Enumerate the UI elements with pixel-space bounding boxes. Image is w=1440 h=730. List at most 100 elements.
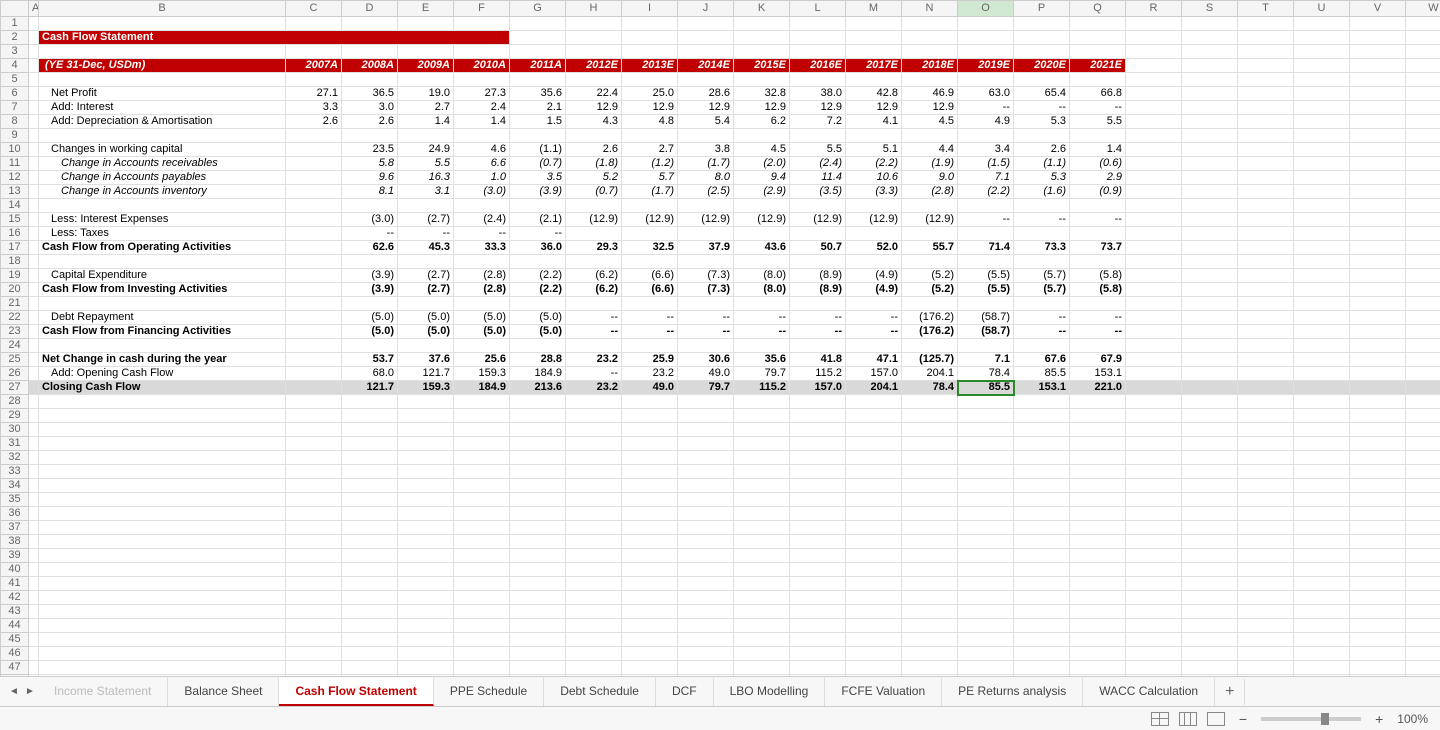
cell-R42[interactable] bbox=[1126, 591, 1182, 605]
cell-F34[interactable] bbox=[454, 479, 510, 493]
cell-T27[interactable] bbox=[1238, 381, 1294, 395]
cell-L17[interactable]: 50.7 bbox=[790, 241, 846, 255]
cell-E33[interactable] bbox=[398, 465, 454, 479]
cell-P32[interactable] bbox=[1014, 451, 1070, 465]
row-header-22[interactable]: 22 bbox=[1, 311, 29, 325]
cell-S27[interactable] bbox=[1182, 381, 1238, 395]
cell-A27[interactable] bbox=[29, 381, 39, 395]
cell-V10[interactable] bbox=[1350, 143, 1406, 157]
cell-N44[interactable] bbox=[902, 619, 958, 633]
spreadsheet-grid[interactable]: ABCDEFGHIJKLMNOPQRSTUVW 12Cash Flow Stat… bbox=[0, 0, 1440, 730]
cell-D43[interactable] bbox=[342, 605, 398, 619]
cell-N40[interactable] bbox=[902, 563, 958, 577]
cell-G15[interactable]: (2.1) bbox=[510, 213, 566, 227]
cell-F4[interactable]: 2010A bbox=[454, 59, 510, 73]
cell-N14[interactable] bbox=[902, 199, 958, 213]
cell-V19[interactable] bbox=[1350, 269, 1406, 283]
cell-S3[interactable] bbox=[1182, 45, 1238, 59]
cell-V29[interactable] bbox=[1350, 409, 1406, 423]
cell-E23[interactable]: (5.0) bbox=[398, 325, 454, 339]
cell-H5[interactable] bbox=[566, 73, 622, 87]
sheet-tab-wacc-calculation[interactable]: WACC Calculation bbox=[1083, 678, 1215, 706]
cell-K41[interactable] bbox=[734, 577, 790, 591]
cell-J39[interactable] bbox=[678, 549, 734, 563]
cell-U33[interactable] bbox=[1294, 465, 1350, 479]
cell-I32[interactable] bbox=[622, 451, 678, 465]
cell-V26[interactable] bbox=[1350, 367, 1406, 381]
cell-L4[interactable]: 2016E bbox=[790, 59, 846, 73]
cell-U39[interactable] bbox=[1294, 549, 1350, 563]
cell-L42[interactable] bbox=[790, 591, 846, 605]
col-header-I[interactable]: I bbox=[622, 1, 678, 17]
cell-F22[interactable]: (5.0) bbox=[454, 311, 510, 325]
cell-C25[interactable] bbox=[286, 353, 342, 367]
cell-N34[interactable] bbox=[902, 479, 958, 493]
cell-B6[interactable]: Net Profit bbox=[39, 87, 286, 101]
cell-T22[interactable] bbox=[1238, 311, 1294, 325]
cell-L20[interactable]: (8.9) bbox=[790, 283, 846, 297]
cell-B15[interactable]: Less: Interest Expenses bbox=[39, 213, 286, 227]
cell-H8[interactable]: 4.3 bbox=[566, 115, 622, 129]
cell-W15[interactable] bbox=[1406, 213, 1440, 227]
cell-E3[interactable] bbox=[398, 45, 454, 59]
cell-T30[interactable] bbox=[1238, 423, 1294, 437]
cell-J28[interactable] bbox=[678, 395, 734, 409]
cell-E11[interactable]: 5.5 bbox=[398, 157, 454, 171]
cell-O12[interactable]: 7.1 bbox=[958, 171, 1014, 185]
cell-M35[interactable] bbox=[846, 493, 902, 507]
cell-T11[interactable] bbox=[1238, 157, 1294, 171]
cell-M47[interactable] bbox=[846, 661, 902, 675]
cell-D6[interactable]: 36.5 bbox=[342, 87, 398, 101]
cell-P10[interactable]: 2.6 bbox=[1014, 143, 1070, 157]
cell-K42[interactable] bbox=[734, 591, 790, 605]
row-header-44[interactable]: 44 bbox=[1, 619, 29, 633]
cell-G20[interactable]: (2.2) bbox=[510, 283, 566, 297]
cell-F45[interactable] bbox=[454, 633, 510, 647]
cell-B22[interactable]: Debt Repayment bbox=[39, 311, 286, 325]
cell-A3[interactable] bbox=[29, 45, 39, 59]
row-header-37[interactable]: 37 bbox=[1, 521, 29, 535]
cell-L16[interactable] bbox=[790, 227, 846, 241]
cell-B16[interactable]: Less: Taxes bbox=[39, 227, 286, 241]
cell-G11[interactable]: (0.7) bbox=[510, 157, 566, 171]
cell-M7[interactable]: 12.9 bbox=[846, 101, 902, 115]
cell-G10[interactable]: (1.1) bbox=[510, 143, 566, 157]
cell-M19[interactable]: (4.9) bbox=[846, 269, 902, 283]
cell-D42[interactable] bbox=[342, 591, 398, 605]
cell-F5[interactable] bbox=[454, 73, 510, 87]
cell-G33[interactable] bbox=[510, 465, 566, 479]
cell-H38[interactable] bbox=[566, 535, 622, 549]
cell-M46[interactable] bbox=[846, 647, 902, 661]
cell-K37[interactable] bbox=[734, 521, 790, 535]
cell-N12[interactable]: 9.0 bbox=[902, 171, 958, 185]
cell-N3[interactable] bbox=[902, 45, 958, 59]
cell-O7[interactable]: -- bbox=[958, 101, 1014, 115]
cell-D46[interactable] bbox=[342, 647, 398, 661]
cell-V4[interactable] bbox=[1350, 59, 1406, 73]
cell-S47[interactable] bbox=[1182, 661, 1238, 675]
cell-Q23[interactable]: -- bbox=[1070, 325, 1126, 339]
cell-A17[interactable] bbox=[29, 241, 39, 255]
cell-K15[interactable]: (12.9) bbox=[734, 213, 790, 227]
cell-V23[interactable] bbox=[1350, 325, 1406, 339]
cell-C15[interactable] bbox=[286, 213, 342, 227]
cell-R4[interactable] bbox=[1126, 59, 1182, 73]
cell-C36[interactable] bbox=[286, 507, 342, 521]
cell-A1[interactable] bbox=[29, 17, 39, 31]
cell-F42[interactable] bbox=[454, 591, 510, 605]
cell-A14[interactable] bbox=[29, 199, 39, 213]
cell-O8[interactable]: 4.9 bbox=[958, 115, 1014, 129]
cell-P45[interactable] bbox=[1014, 633, 1070, 647]
cell-O34[interactable] bbox=[958, 479, 1014, 493]
cell-H19[interactable]: (6.2) bbox=[566, 269, 622, 283]
cell-H46[interactable] bbox=[566, 647, 622, 661]
cell-K24[interactable] bbox=[734, 339, 790, 353]
row-header-42[interactable]: 42 bbox=[1, 591, 29, 605]
cell-H6[interactable]: 22.4 bbox=[566, 87, 622, 101]
cell-J24[interactable] bbox=[678, 339, 734, 353]
cell-M14[interactable] bbox=[846, 199, 902, 213]
cell-N38[interactable] bbox=[902, 535, 958, 549]
cell-C31[interactable] bbox=[286, 437, 342, 451]
cell-U1[interactable] bbox=[1294, 17, 1350, 31]
cell-O25[interactable]: 7.1 bbox=[958, 353, 1014, 367]
